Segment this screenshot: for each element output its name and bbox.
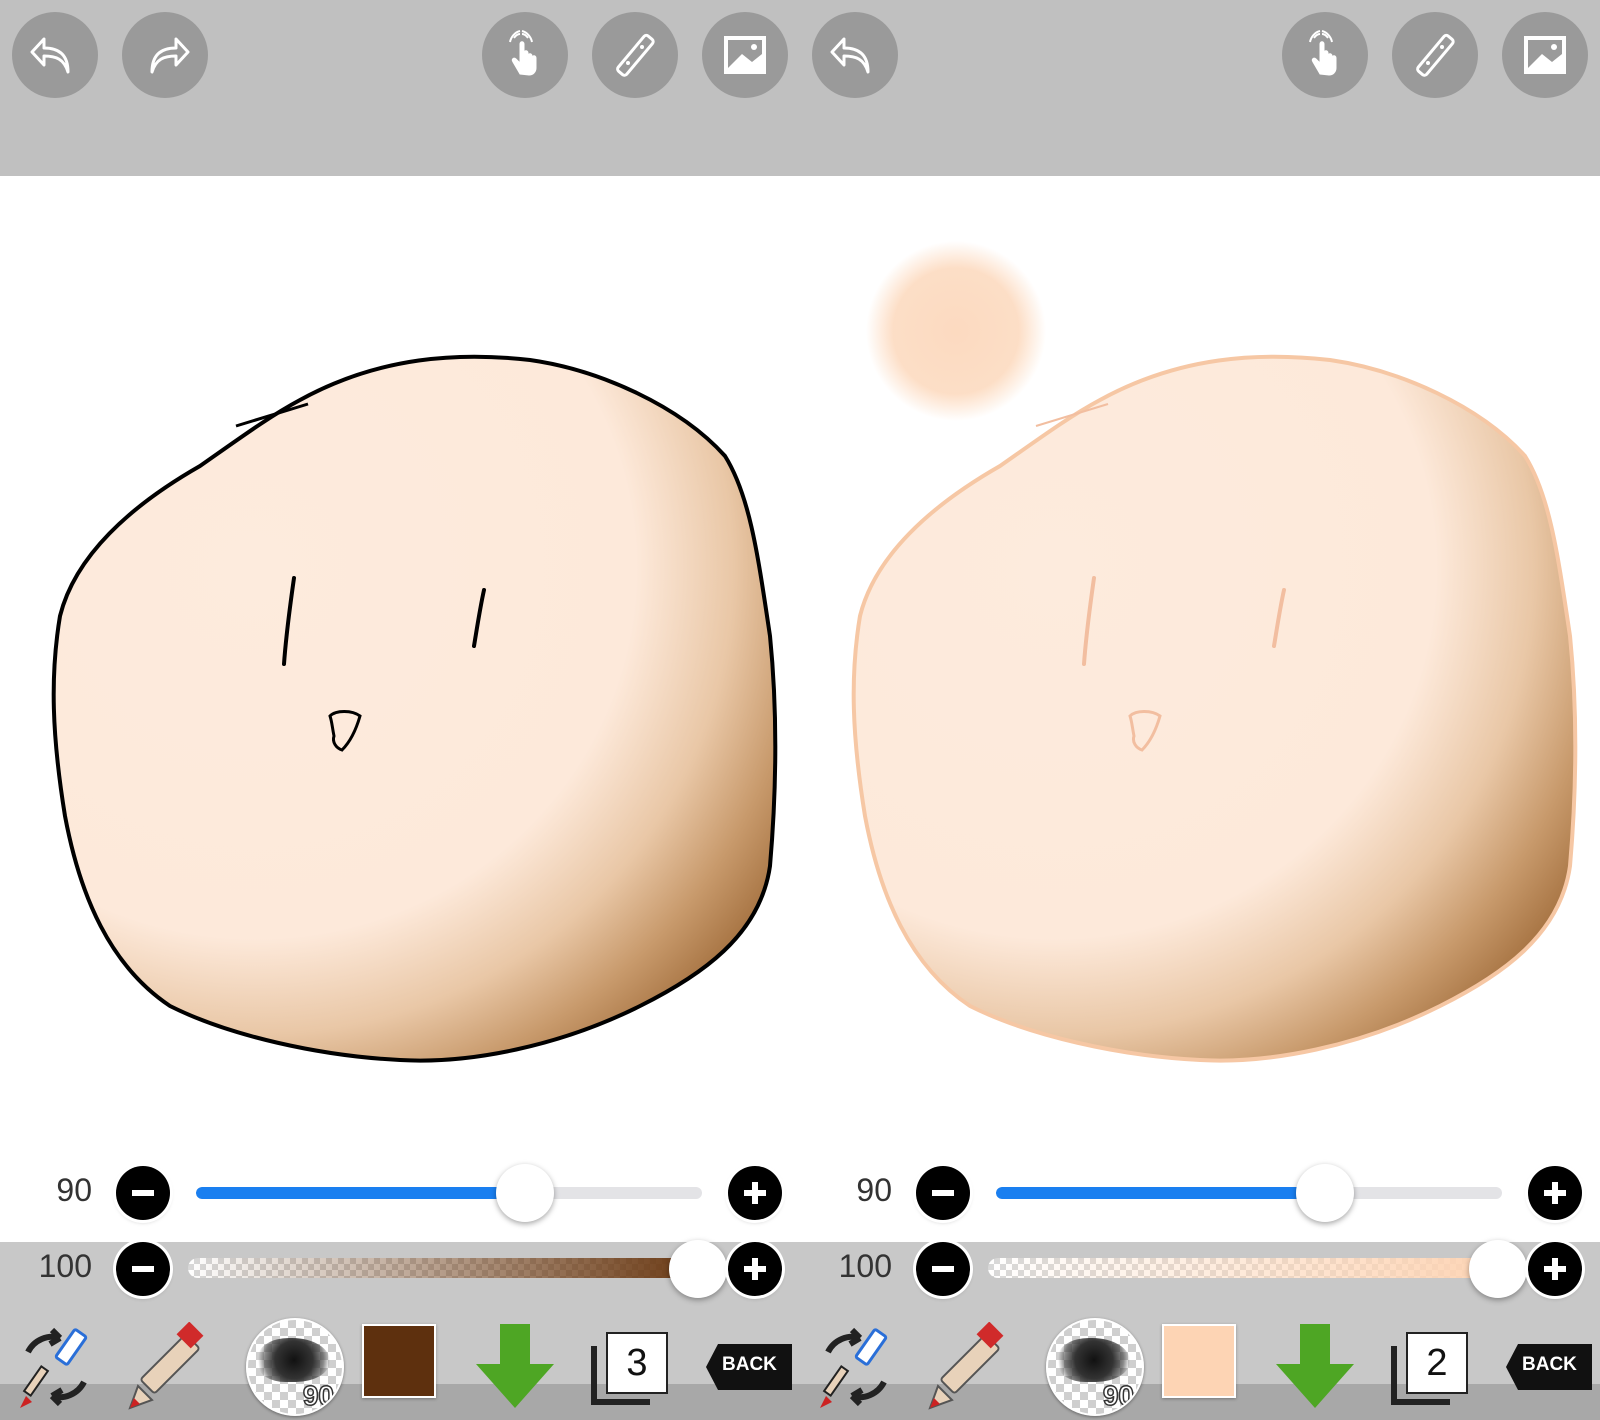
brush-size-slider-track[interactable] — [196, 1187, 702, 1199]
undo-button[interactable] — [12, 12, 98, 98]
back-label-2: BACK — [1522, 1354, 1577, 1375]
brush-size-plus-button-2[interactable] — [1528, 1166, 1582, 1220]
hand-touch-icon — [1309, 30, 1337, 76]
brush-size-slider-track-2[interactable] — [996, 1187, 1502, 1199]
redo-button[interactable] — [122, 12, 208, 98]
hand-tool-button[interactable] — [482, 12, 568, 98]
brush-tip-shape — [258, 1338, 330, 1382]
download-arrow-icon-2[interactable] — [1270, 1322, 1360, 1410]
brush-tip-shape-2 — [1058, 1338, 1130, 1382]
opacity-gradient-2 — [988, 1258, 1498, 1278]
brush-preview-button[interactable]: 90 — [246, 1318, 344, 1416]
opacity-value-2: 100 — [838, 1248, 892, 1284]
brush-dab — [866, 241, 1046, 421]
left-opacity-row: 100 — [0, 1234, 800, 1304]
ruler-button-2[interactable] — [1392, 12, 1478, 98]
opacity-slider-track[interactable] — [188, 1258, 698, 1278]
opacity-slider-knob[interactable] — [669, 1240, 727, 1298]
image-button-2[interactable] — [1502, 12, 1588, 98]
opacity-slider-track-2[interactable] — [988, 1258, 1498, 1278]
minus-icon — [932, 1266, 954, 1272]
brush-size-value-2: 90 — [856, 1172, 892, 1208]
minus-icon — [932, 1190, 954, 1196]
canvas-artwork — [51, 241, 1578, 1063]
brush-size-slider-knob[interactable] — [495, 1164, 554, 1222]
left-brush-size-row: 90 — [0, 1158, 800, 1228]
minus-icon — [132, 1266, 154, 1272]
ruler-button[interactable] — [592, 12, 678, 98]
color-swatch-button[interactable] — [362, 1324, 436, 1398]
download-arrow-icon[interactable] — [470, 1322, 560, 1410]
ruler-icon — [1416, 33, 1455, 77]
pencil-icon[interactable] — [124, 1322, 214, 1412]
right-brush-size-row: 90 — [800, 1158, 1600, 1228]
image-button[interactable] — [702, 12, 788, 98]
tool-switch-icon-2[interactable] — [814, 1322, 898, 1412]
brush-preview-size-2: 90 — [1102, 1379, 1135, 1412]
hand-touch-icon — [509, 30, 537, 76]
undo-button-2[interactable] — [812, 12, 898, 98]
back-label: BACK — [722, 1354, 777, 1375]
opacity-minus-button-2[interactable] — [916, 1242, 970, 1296]
plus-icon — [744, 1258, 766, 1280]
tool-switch-icon[interactable] — [14, 1322, 98, 1412]
plus-icon — [744, 1182, 766, 1204]
top-toolbar — [0, 0, 1600, 176]
image-icon — [724, 36, 766, 74]
ruler-icon — [616, 33, 655, 77]
redo-icon — [150, 37, 190, 74]
minus-icon — [132, 1190, 154, 1196]
opacity-value: 100 — [38, 1248, 92, 1284]
color-swatch-button-2[interactable] — [1162, 1324, 1236, 1398]
brush-size-minus-button[interactable] — [116, 1166, 170, 1220]
opacity-slider-knob-2[interactable] — [1469, 1240, 1527, 1298]
layer-count-2: 2 — [1406, 1332, 1468, 1394]
brush-size-value: 90 — [56, 1172, 92, 1208]
pencil-icon-2[interactable] — [924, 1322, 1014, 1412]
undo-icon — [830, 37, 870, 74]
undo-icon — [30, 37, 70, 74]
drawing-canvas[interactable] — [0, 176, 1600, 1242]
image-icon — [1524, 36, 1566, 74]
layer-count: 3 — [606, 1332, 668, 1394]
right-face-drawing — [851, 354, 1578, 1063]
brush-size-plus-button[interactable] — [728, 1166, 782, 1220]
brush-size-slider-fill-2 — [996, 1187, 1325, 1199]
plus-icon — [1544, 1182, 1566, 1204]
brush-preview-size: 90 — [302, 1379, 335, 1412]
brush-preview-button-2[interactable]: 90 — [1046, 1318, 1144, 1416]
opacity-minus-button[interactable] — [116, 1242, 170, 1296]
opacity-plus-button[interactable] — [728, 1242, 782, 1296]
opacity-gradient — [188, 1258, 698, 1278]
left-face-drawing — [51, 354, 778, 1063]
layers-button[interactable]: 3 — [590, 1326, 670, 1406]
brush-size-minus-button-2[interactable] — [916, 1166, 970, 1220]
opacity-plus-button-2[interactable] — [1528, 1242, 1582, 1296]
back-button[interactable]: BACK — [704, 1340, 796, 1394]
right-opacity-row: 100 — [800, 1234, 1600, 1304]
brush-size-slider-fill — [196, 1187, 525, 1199]
plus-icon — [1544, 1258, 1566, 1280]
layers-button-2[interactable]: 2 — [1390, 1326, 1470, 1406]
brush-size-slider-knob-2[interactable] — [1295, 1164, 1354, 1222]
back-button-2[interactable]: BACK — [1504, 1340, 1596, 1394]
hand-tool-button-2[interactable] — [1282, 12, 1368, 98]
